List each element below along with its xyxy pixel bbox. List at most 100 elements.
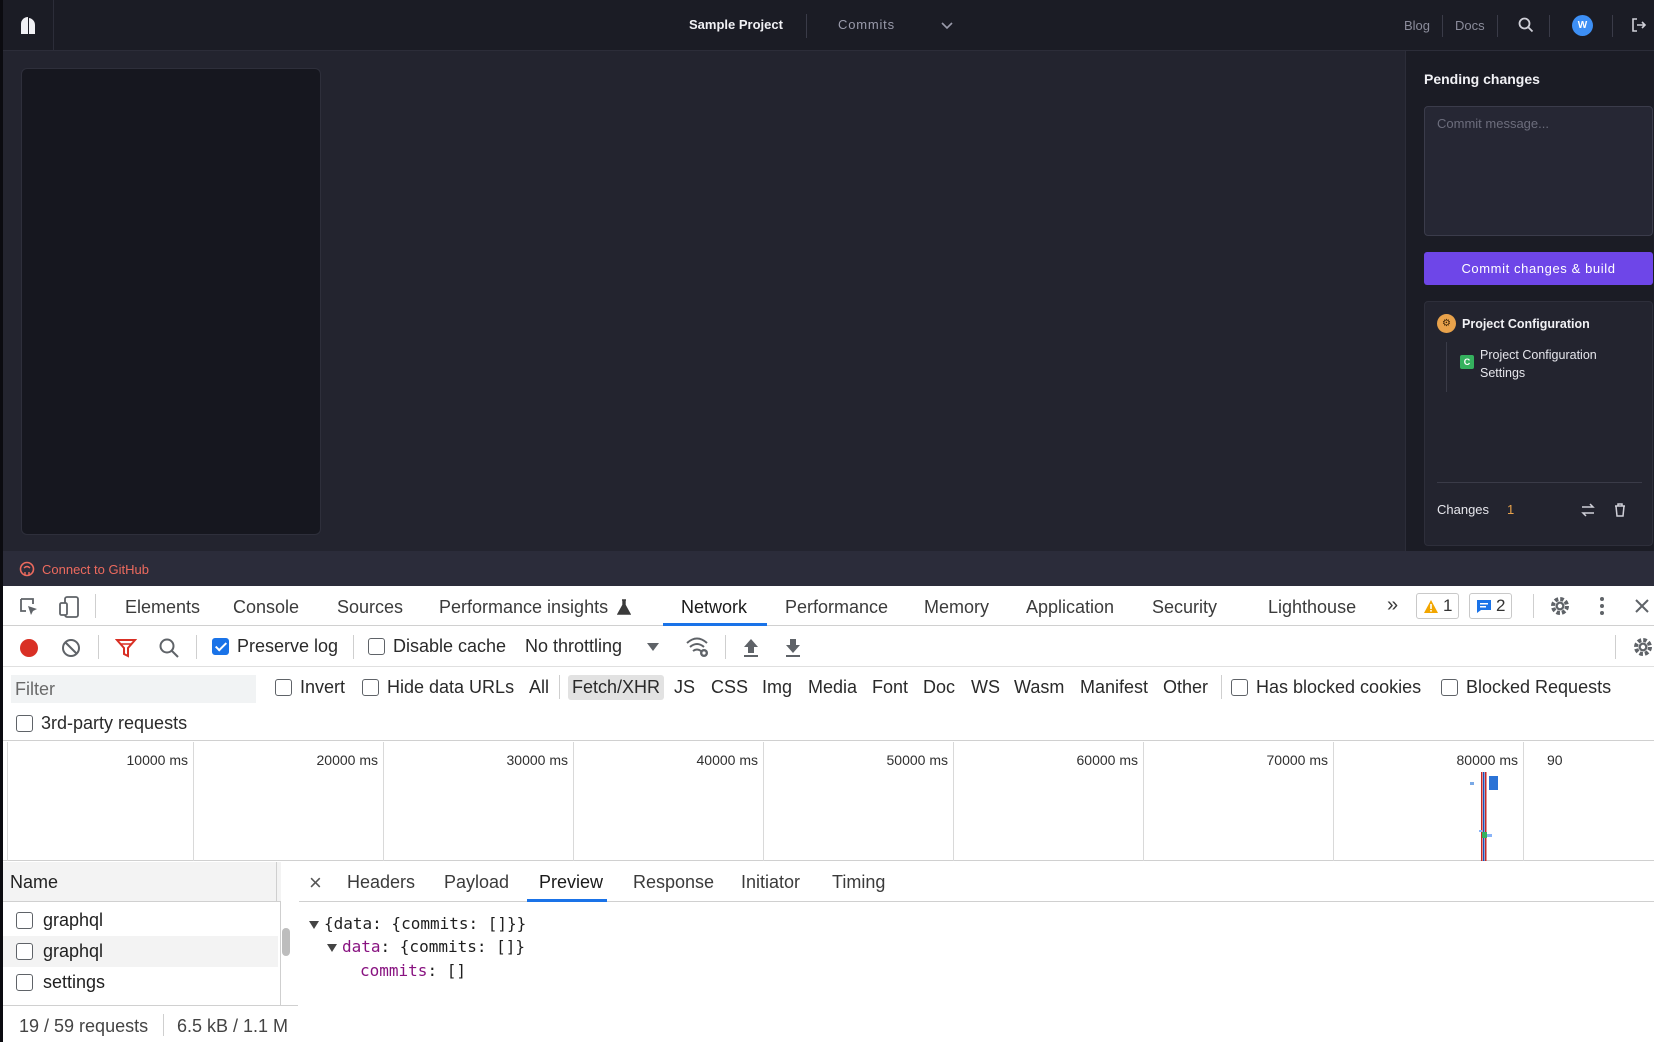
commit-message-input[interactable]: [1425, 107, 1652, 235]
detail-tab-initiator[interactable]: Initiator: [741, 872, 800, 893]
filter-icon[interactable]: [115, 637, 137, 659]
network-conditions-icon[interactable]: [685, 635, 711, 659]
detail-tab-headers[interactable]: Headers: [347, 872, 415, 893]
json-root-node[interactable]: {data: {commits: []}}: [309, 914, 526, 933]
request-row[interactable]: graphql: [3, 905, 278, 936]
commit-message-box[interactable]: [1424, 106, 1653, 236]
filter-type-fetch-xhr[interactable]: Fetch/XHR: [568, 675, 665, 700]
checkbox[interactable]: [1441, 679, 1458, 696]
record-icon[interactable]: [18, 637, 40, 659]
checkbox[interactable]: [16, 943, 33, 960]
more-vert-icon[interactable]: [1593, 595, 1611, 617]
clear-icon[interactable]: [60, 637, 82, 659]
json-data-node[interactable]: data: {commits: []}: [327, 937, 525, 956]
app-window: Sample Project Commits Blog Docs W Pendi…: [0, 0, 1654, 586]
timeline-tick-line: [953, 742, 954, 861]
filter-type-ws[interactable]: WS: [971, 677, 1000, 698]
close-icon[interactable]: [1633, 597, 1651, 615]
disable-cache-checkbox[interactable]: Disable cache: [368, 636, 506, 657]
filter-input[interactable]: [11, 675, 256, 703]
detail-tab-payload[interactable]: Payload: [444, 872, 509, 893]
checkbox[interactable]: [275, 679, 292, 696]
inspect-element-icon[interactable]: [18, 596, 40, 618]
tab-application[interactable]: Application: [1026, 597, 1114, 618]
nav-docs-link[interactable]: Docs: [1455, 18, 1485, 33]
device-toolbar-icon[interactable]: [58, 595, 82, 619]
checkbox[interactable]: [368, 638, 385, 655]
logo[interactable]: [3, 0, 54, 51]
config-settings-item[interactable]: C Project Configuration Settings: [1460, 346, 1620, 382]
swap-icon[interactable]: [1580, 502, 1596, 518]
messages-badge[interactable]: 2: [1469, 593, 1513, 619]
avatar[interactable]: W: [1572, 15, 1593, 36]
close-detail-icon[interactable]: ×: [309, 870, 322, 896]
tab-performance-insights[interactable]: Performance insights: [439, 597, 632, 618]
tab-elements[interactable]: Elements: [125, 597, 200, 618]
request-row[interactable]: settings: [3, 967, 278, 998]
request-list: Name graphql graphql settings 19 / 59 re…: [3, 862, 298, 1042]
filter-type-manifest[interactable]: Manifest: [1080, 677, 1148, 698]
expand-triangle-icon[interactable]: [327, 943, 337, 952]
checkbox[interactable]: [16, 912, 33, 929]
blocked-requests-checkbox[interactable]: Blocked Requests: [1441, 677, 1611, 698]
tree-line: [1446, 342, 1447, 392]
detail-tab-timing[interactable]: Timing: [832, 872, 885, 893]
export-har-icon[interactable]: [783, 636, 803, 658]
filter-type-all[interactable]: All: [529, 677, 549, 698]
checkbox[interactable]: [362, 679, 379, 696]
filter-type-media[interactable]: Media: [808, 677, 857, 698]
preserve-log-checkbox[interactable]: Preserve log: [212, 636, 338, 657]
filter-type-other[interactable]: Other: [1163, 677, 1208, 698]
network-timeline[interactable]: 10000 ms 20000 ms 30000 ms 40000 ms 5000…: [3, 742, 1654, 861]
warnings-badge[interactable]: 1: [1416, 593, 1460, 619]
tab-network[interactable]: Network: [681, 597, 747, 618]
tab-performance[interactable]: Performance: [785, 597, 888, 618]
tab-security[interactable]: Security: [1152, 597, 1217, 618]
tab-console[interactable]: Console: [233, 597, 299, 618]
connect-github-link[interactable]: Connect to GitHub: [19, 561, 149, 577]
more-tabs-icon[interactable]: »: [1387, 594, 1398, 617]
invert-checkbox[interactable]: Invert: [275, 677, 345, 698]
tab-sources[interactable]: Sources: [337, 597, 403, 618]
request-row-selected[interactable]: graphql: [3, 936, 278, 967]
settings-gear-icon[interactable]: [1548, 594, 1572, 618]
checkbox[interactable]: [16, 715, 33, 732]
network-settings-icon[interactable]: [1631, 635, 1654, 659]
filter-type-js[interactable]: JS: [674, 677, 695, 698]
throttling-select[interactable]: No throttling: [525, 636, 660, 657]
config-group-header[interactable]: ⚙ Project Configuration: [1437, 314, 1590, 333]
logout-icon[interactable]: [1630, 16, 1648, 34]
divider: [196, 635, 197, 659]
warning-count: 1: [1443, 596, 1453, 615]
section-select[interactable]: Commits: [838, 17, 895, 32]
detail-tab-preview[interactable]: Preview: [539, 872, 603, 893]
filter-type-img[interactable]: Img: [762, 677, 792, 698]
project-name[interactable]: Sample Project: [689, 17, 783, 32]
expand-triangle-icon[interactable]: [309, 920, 319, 929]
search-icon[interactable]: [158, 637, 180, 659]
tab-memory[interactable]: Memory: [924, 597, 989, 618]
devtools-panel: Elements Console Sources Performance ins…: [0, 586, 1654, 1042]
column-resize-handle[interactable]: [276, 862, 277, 902]
third-party-checkbox[interactable]: 3rd-party requests: [16, 713, 187, 734]
nav-blog-link[interactable]: Blog: [1404, 18, 1430, 33]
has-blocked-cookies-checkbox[interactable]: Has blocked cookies: [1231, 677, 1421, 698]
tab-lighthouse[interactable]: Lighthouse: [1268, 597, 1356, 618]
column-header-name[interactable]: Name: [10, 872, 58, 893]
chevron-down-icon[interactable]: [940, 19, 954, 33]
hide-data-urls-checkbox[interactable]: Hide data URLs: [362, 677, 514, 698]
commit-build-button[interactable]: Commit changes & build: [1424, 252, 1653, 285]
checkbox[interactable]: [16, 974, 33, 991]
filter-type-doc[interactable]: Doc: [923, 677, 955, 698]
detail-tab-response[interactable]: Response: [633, 872, 714, 893]
import-har-icon[interactable]: [741, 636, 761, 658]
filter-type-font[interactable]: Font: [872, 677, 908, 698]
search-icon[interactable]: [1517, 16, 1535, 34]
checkbox-checked[interactable]: [212, 638, 229, 655]
filter-type-wasm[interactable]: Wasm: [1014, 677, 1064, 698]
trash-icon[interactable]: [1612, 502, 1628, 518]
timeline-tick-label: 70000 ms: [1266, 752, 1328, 768]
checkbox[interactable]: [1231, 679, 1248, 696]
request-list-scrollbar[interactable]: [282, 928, 290, 956]
filter-type-css[interactable]: CSS: [711, 677, 748, 698]
